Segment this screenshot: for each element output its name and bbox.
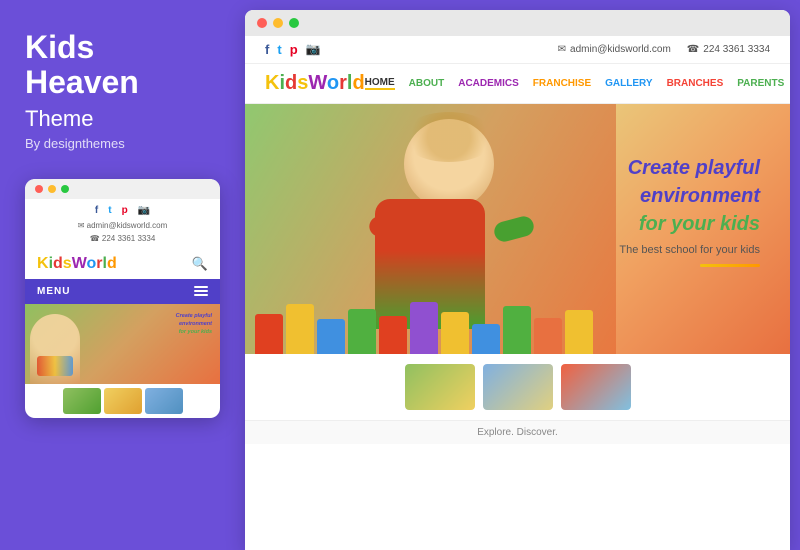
theme-title-line2: Heaven <box>25 64 139 100</box>
site-hero: Create playful environment for your kids… <box>245 104 790 354</box>
browser-dot-green[interactable] <box>289 18 299 28</box>
mobile-instagram-icon[interactable]: 📷 <box>138 205 150 216</box>
mobile-dot-red <box>35 185 43 193</box>
mobile-pinterest-icon[interactable]: p <box>122 205 128 216</box>
browser-chrome-bar <box>245 10 790 36</box>
email-icon: ✉ <box>558 44 566 55</box>
hero-accent-line <box>700 264 760 267</box>
left-panel: Kids Heaven Theme By designthemes f t p … <box>0 0 245 550</box>
nav-gallery[interactable]: GALLERY <box>605 78 652 89</box>
hero-tagline-line3: for your kids <box>619 210 760 238</box>
site-footer-strip: Explore. Discover. <box>245 420 790 444</box>
nav-franchise[interactable]: FRANCHISE <box>533 78 591 89</box>
theme-title: Kids Heaven <box>25 30 220 100</box>
site-thumb-2[interactable] <box>483 364 553 410</box>
site-topbar: f t p 📷 ✉ admin@kidsworld.com ☎ 224 3361… <box>245 36 790 64</box>
mobile-contact-bar: ✉ admin@kidsworld.com ☎ 224 3361 3334 <box>25 220 220 249</box>
mobile-logo-row: KidsWorld 🔍 <box>25 249 220 279</box>
hero-tagline: Create playful environment for your kids <box>619 154 760 238</box>
site-social-icons: f t p 📷 <box>265 42 321 57</box>
site-pinterest-icon[interactable]: p <box>290 42 298 57</box>
hero-tagline-line2: environment <box>619 182 760 210</box>
mobile-hamburger-icon[interactable] <box>194 286 208 296</box>
site-email: ✉ admin@kidsworld.com <box>558 44 671 55</box>
site-twitter-icon[interactable]: t <box>277 42 281 57</box>
mobile-dots <box>25 179 220 199</box>
site-nav-items: HOME ABOUT ACADEMICS FRANCHISE GALLERY B… <box>365 77 790 90</box>
browser-dot-red[interactable] <box>257 18 267 28</box>
nav-branches[interactable]: BRANCHES <box>667 78 724 89</box>
site-phone: ☎ 224 3361 3334 <box>687 44 770 55</box>
nav-about[interactable]: ABOUT <box>409 78 445 89</box>
browser-dot-yellow[interactable] <box>273 18 283 28</box>
nav-home[interactable]: HOME <box>365 77 395 90</box>
mobile-hero-text: Create playfulenvironmentfor your kids <box>176 312 212 337</box>
nav-academics[interactable]: ACADEMICS <box>458 78 519 89</box>
hero-tagline-line1: Create playful <box>619 154 760 182</box>
mobile-menu-label[interactable]: MENU <box>37 286 70 297</box>
hero-child-area <box>245 104 616 354</box>
theme-by: By designthemes <box>25 136 220 151</box>
mobile-logo: KidsWorld <box>37 255 117 273</box>
site-thumb-1[interactable] <box>405 364 475 410</box>
site-thumbnails <box>245 354 790 420</box>
mobile-social-bar: f t p 📷 <box>25 199 220 220</box>
theme-title-line1: Kids <box>25 29 94 65</box>
site-logo: KidsWorld <box>265 72 365 95</box>
mobile-hero: Create playfulenvironmentfor your kids <box>25 304 220 384</box>
hero-subtext: The best school for your kids <box>619 244 760 256</box>
site-navbar: KidsWorld HOME ABOUT ACADEMICS FRANCHISE… <box>245 64 790 104</box>
mobile-preview: f t p 📷 ✉ admin@kidsworld.com ☎ 224 3361… <box>25 179 220 418</box>
site-instagram-icon[interactable]: 📷 <box>306 42 321 57</box>
mobile-dot-yellow <box>48 185 56 193</box>
mobile-twitter-icon[interactable]: t <box>108 205 111 216</box>
browser-panel: f t p 📷 ✉ admin@kidsworld.com ☎ 224 3361… <box>245 10 790 550</box>
site-facebook-icon[interactable]: f <box>265 42 269 57</box>
theme-subtitle: Theme <box>25 106 220 132</box>
mobile-menu-bar: MENU <box>25 279 220 304</box>
hero-text-area: Create playful environment for your kids… <box>619 154 760 267</box>
mobile-thumb-1 <box>63 388 101 414</box>
mobile-facebook-icon[interactable]: f <box>95 205 98 216</box>
site-contact-info: ✉ admin@kidsworld.com ☎ 224 3361 3334 <box>558 44 770 55</box>
footer-text: Explore. Discover. <box>477 427 558 438</box>
mobile-thumb-3 <box>145 388 183 414</box>
mobile-thumb-2 <box>104 388 142 414</box>
mobile-search-icon[interactable]: 🔍 <box>192 256 208 272</box>
nav-parents[interactable]: PARENTS <box>737 78 784 89</box>
site-thumb-3[interactable] <box>561 364 631 410</box>
mobile-dot-green <box>61 185 69 193</box>
mobile-thumbnails <box>25 384 220 418</box>
phone-icon: ☎ <box>687 44 699 55</box>
email-text: admin@kidsworld.com <box>570 44 671 55</box>
phone-text: 224 3361 3334 <box>703 44 770 55</box>
